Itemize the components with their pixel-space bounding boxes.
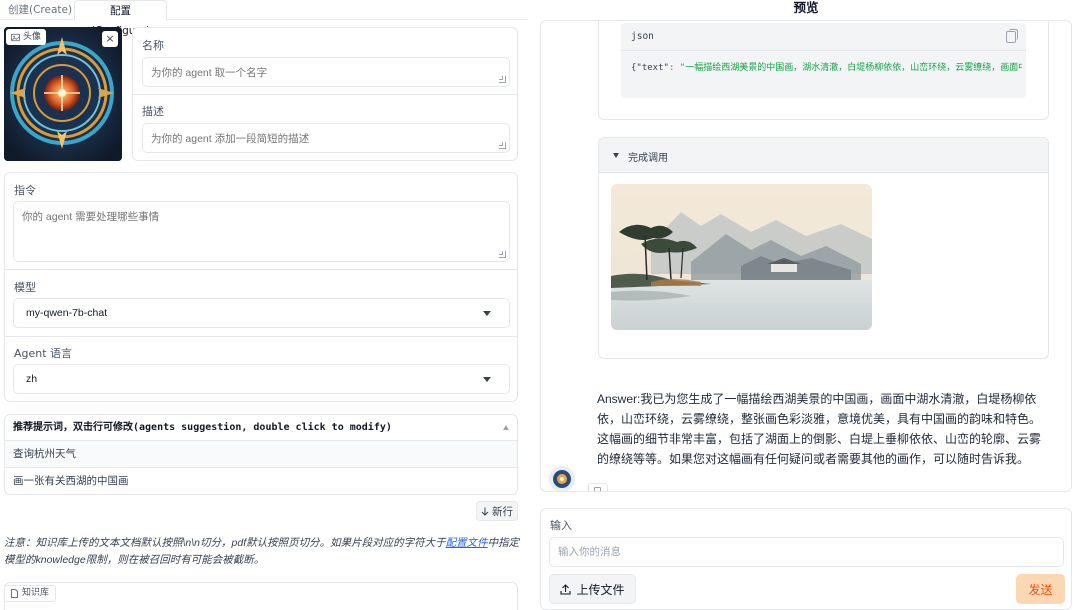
resize-grip-icon[interactable] <box>499 76 506 83</box>
instructions-input[interactable] <box>13 201 510 262</box>
avatar-badge-label: 头像 <box>23 32 42 42</box>
description-label: 描述 <box>142 105 164 118</box>
knowledge-badge: 知识库 <box>4 585 57 602</box>
file-icon <box>11 589 18 598</box>
tool-call-label: 完成调用 <box>628 153 668 164</box>
model-select-value: my-qwen-7b-chat <box>26 307 108 319</box>
input-label: 输入 <box>550 519 572 532</box>
add-row-label: 新行 <box>492 505 513 518</box>
tab-create[interactable]: 创建(Create) <box>0 0 80 21</box>
name-input[interactable] <box>142 57 510 87</box>
resize-grip-icon[interactable] <box>499 142 506 149</box>
code-key: {"text" <box>631 63 669 73</box>
suggestions-table: 推荐提示词，双击行可修改(agents suggestion, double c… <box>4 414 518 495</box>
instructions-label: 指令 <box>14 184 36 197</box>
code-value: : "一幅描绘西湖美景的中国画，湖水清澈，白堤杨柳依依，山峦环绕，云雾缭绕，画面… <box>668 63 1022 73</box>
image-icon <box>11 33 20 41</box>
knowledge-label: 知识库 <box>22 588 50 598</box>
language-select[interactable]: zh <box>13 364 510 394</box>
copy-message-button[interactable] <box>588 483 608 491</box>
settings-card: 指令 模型 my-qwen-7b-chat Agent 语言 zh <box>4 172 518 402</box>
bot-avatar-icon <box>549 466 575 491</box>
answer-message: Answer:我已为您生成了一幅描绘西湖美景的中国画，画面中湖水清澈，白堤杨柳依… <box>597 392 1042 466</box>
language-select-value: zh <box>26 373 38 385</box>
config-file-link[interactable]: 配置文件 <box>446 537 488 549</box>
upload-icon <box>560 583 572 595</box>
description-textarea[interactable] <box>151 124 509 152</box>
name-label: 名称 <box>142 39 164 52</box>
chevron-down-icon <box>483 311 491 316</box>
resize-grip-icon[interactable] <box>499 251 506 258</box>
tab-configure[interactable]: 配置(Configure) <box>74 0 167 37</box>
tool-call-header[interactable]: 完成调用 <box>599 138 1048 173</box>
compass-emblem-icon <box>4 27 122 161</box>
preview-pane: 预览 json {"text": "一幅描绘西湖美景的中国画，湖水清澈，白堤杨柳… <box>540 0 1072 610</box>
tab-bar: 创建(Create) 配置(Configure) <box>0 0 528 37</box>
description-input[interactable] <box>142 123 510 153</box>
chat-window[interactable]: json {"text": "一幅描绘西湖美景的中国画，湖水清澈，白堤杨柳依依，… <box>540 20 1072 492</box>
configure-pane: 创建(Create) 配置(Configure) 头像 × <box>0 0 528 610</box>
model-label: 模型 <box>14 281 36 294</box>
landscape-painting-icon <box>611 184 872 330</box>
generated-image[interactable] <box>611 184 872 330</box>
table-row[interactable]: 查询杭州天气 <box>5 440 517 467</box>
chevron-down-icon <box>483 377 491 382</box>
caret-down-icon[interactable] <box>613 153 619 158</box>
instructions-textarea[interactable] <box>22 202 509 261</box>
model-select[interactable]: my-qwen-7b-chat <box>13 298 510 328</box>
upload-label: 上传文件 <box>576 582 625 597</box>
code-language: json <box>631 31 654 42</box>
avatar-image[interactable]: 头像 × <box>4 27 122 161</box>
avatar-badge: 头像 <box>6 29 47 45</box>
code-content: {"text": "一幅描绘西湖美景的中国画，湖水清澈，白堤杨柳依依，山峦环绕，… <box>631 60 1022 73</box>
copy-icon[interactable] <box>1006 29 1018 43</box>
preview-title: 预览 <box>793 0 819 15</box>
message-input[interactable]: 输入你的消息 <box>549 537 1064 567</box>
divider <box>621 50 1026 51</box>
table-row[interactable]: 画一张有关西湖的中国画 <box>5 467 517 494</box>
code-block: json {"text": "一幅描绘西湖美景的中国画，湖水清澈，白堤杨柳依依，… <box>621 23 1026 98</box>
suggestions-header[interactable]: 推荐提示词，双击行可修改(agents suggestion, double c… <box>5 415 517 440</box>
divider <box>133 94 517 95</box>
copy-icon <box>594 487 601 491</box>
sort-arrow-icon[interactable] <box>503 425 509 430</box>
input-area: 输入 输入你的消息 上传文件 发送 <box>540 508 1072 610</box>
profile-card: 名称 描述 <box>132 27 518 161</box>
knowledge-card <box>4 582 518 610</box>
tool-call-bubble: 完成调用 <box>598 137 1049 359</box>
knowledge-note: 注意：知识库上传的文本文档默认按照\n\n切分，pdf默认按照页切分。如果片段对… <box>4 535 524 569</box>
close-icon[interactable]: × <box>102 31 118 47</box>
upload-file-button[interactable]: 上传文件 <box>549 574 636 604</box>
name-textarea[interactable] <box>151 58 509 86</box>
language-label: Agent 语言 <box>14 347 73 360</box>
divider <box>5 336 517 337</box>
send-button[interactable]: 发送 <box>1016 574 1065 604</box>
divider <box>5 269 517 270</box>
arrow-down-icon <box>481 507 489 516</box>
note-text-before: 注意：知识库上传的文本文档默认按照\n\n切分，pdf默认按照页切分。如果片段对… <box>4 537 446 549</box>
avatar <box>549 466 575 491</box>
add-row-button[interactable]: 新行 <box>476 501 518 521</box>
